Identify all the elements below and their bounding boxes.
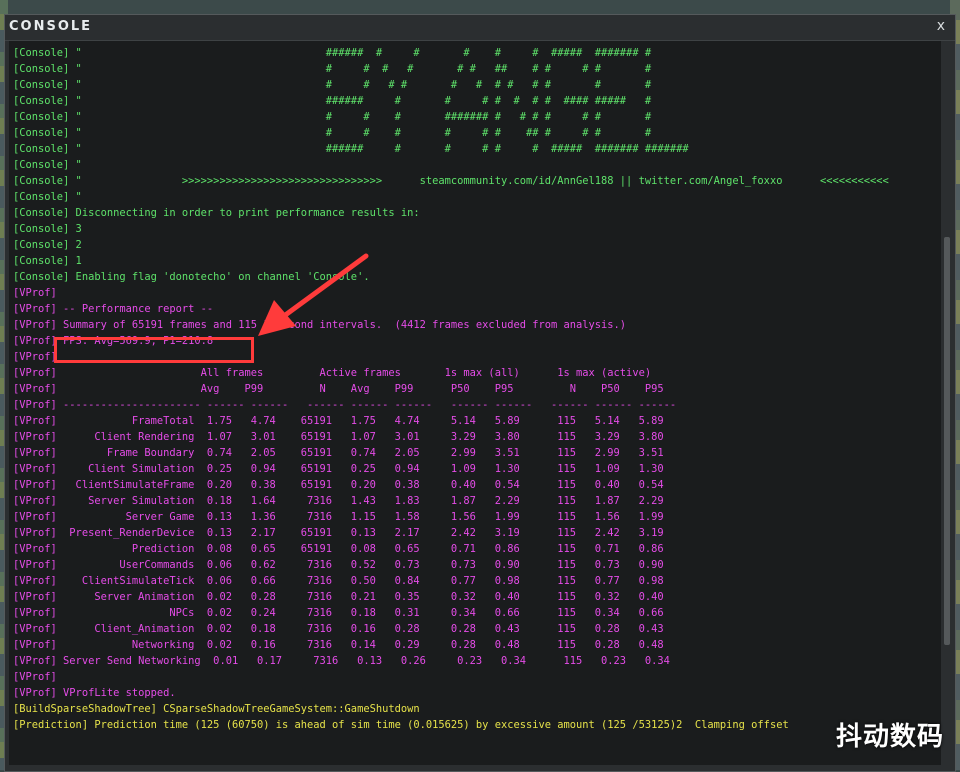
watermark-text: 抖动数码 <box>835 722 944 752</box>
annotation-arrow-icon <box>258 253 369 336</box>
